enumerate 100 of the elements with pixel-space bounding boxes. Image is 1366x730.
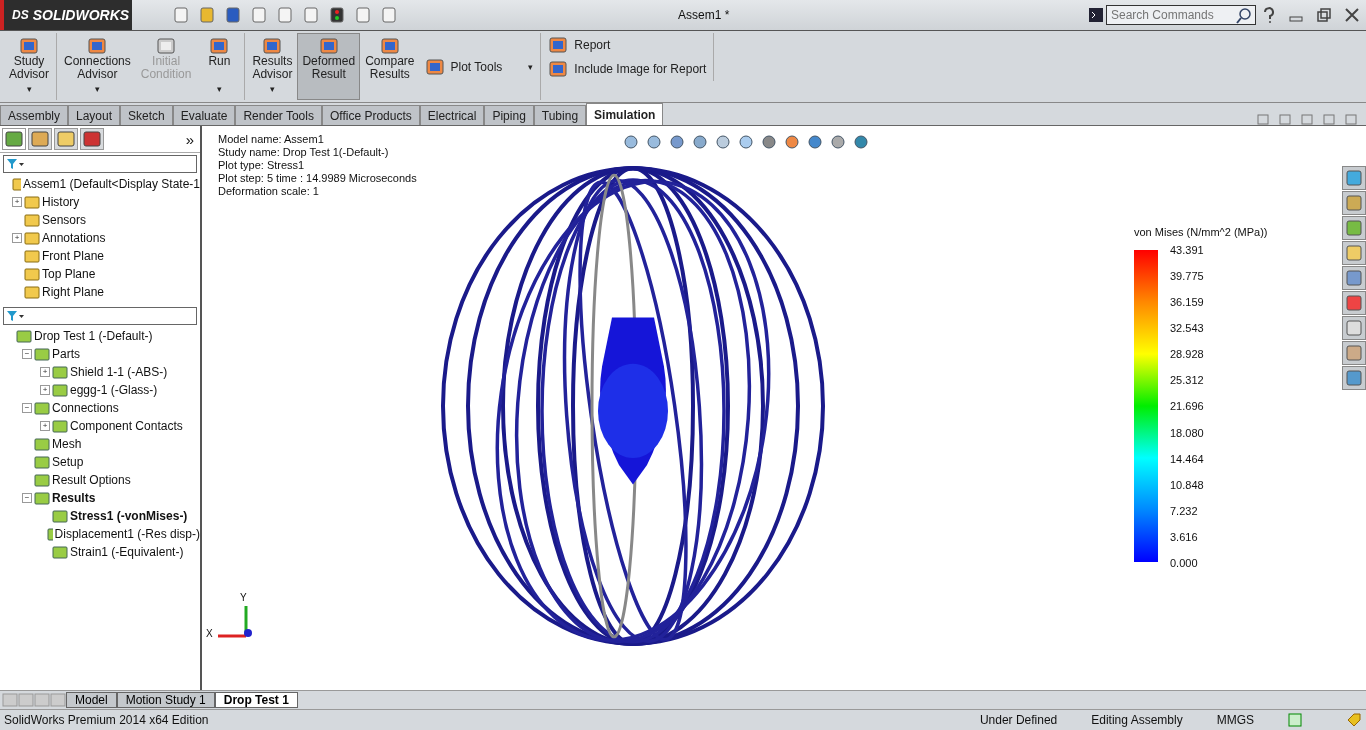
ribbon-button[interactable]: Run ▾ — [196, 33, 243, 100]
legend-value: 21.696 — [1170, 400, 1204, 413]
tree-item-icon — [52, 545, 68, 559]
filter-icon — [6, 158, 24, 170]
tree-item-icon — [34, 437, 50, 451]
expand-toggle[interactable]: + — [40, 385, 50, 395]
ribbon-button[interactable]: Deformed Result — [297, 33, 361, 100]
axis-label: X — [206, 628, 213, 639]
document-tab[interactable]: Model — [66, 692, 117, 708]
legend-value: 3.616 — [1170, 530, 1199, 543]
tree-item[interactable]: eggg-1 (-Glass-) — [70, 383, 158, 397]
plot-info-text: Deformation scale: 1 — [218, 185, 320, 198]
tree-item-icon — [16, 329, 32, 343]
legend-value: 32.543 — [1170, 322, 1204, 335]
tree-item-icon — [34, 401, 50, 415]
plot-info-text: Plot step: 5 time : 14.9989 Microseconds — [218, 172, 417, 185]
tree-item[interactable]: Assem1 (Default<Display State-1 — [22, 177, 200, 191]
tree-item-icon — [24, 195, 40, 209]
tree-item[interactable]: Displacement1 (-Res disp-) — [54, 527, 200, 541]
tree-item-icon — [34, 491, 50, 505]
legend-value: 14.464 — [1170, 452, 1204, 465]
tree-item-icon — [34, 347, 50, 361]
expand-toggle[interactable]: + — [12, 233, 22, 243]
legend-value: 39.775 — [1170, 270, 1204, 283]
command-tab[interactable]: Render Tools — [235, 105, 322, 125]
solidworks-logo[interactable]: DS SOLIDWORKS — [0, 0, 132, 30]
command-tab[interactable]: Evaluate — [172, 105, 236, 125]
plot-info-text: Study name: Drop Test 1(-Default-) — [218, 146, 390, 159]
axis-label: Y — [240, 592, 247, 603]
tree-item-icon — [34, 455, 50, 469]
tree-item-icon — [52, 365, 68, 379]
tree-item[interactable]: Connections — [52, 401, 119, 415]
tree-item[interactable]: Top Plane — [42, 267, 96, 281]
ribbon-button[interactable]: Study Advisor ▾ — [4, 33, 54, 100]
tree-item[interactable]: Front Plane — [42, 249, 105, 263]
legend-value: 43.391 — [1170, 244, 1204, 256]
tree-item[interactable]: Results — [52, 491, 96, 505]
ribbon-button[interactable]: Connections Advisor ▾ — [59, 33, 136, 100]
tree-item-icon — [24, 267, 40, 281]
expand-toggle[interactable]: + — [40, 367, 50, 377]
ribbon-button[interactable]: Include Image for Report — [543, 57, 712, 81]
tree-item[interactable]: Strain1 (-Equivalent-) — [70, 545, 184, 559]
tree-item-icon — [52, 509, 68, 523]
tree-item-icon — [12, 177, 21, 191]
tree-item[interactable]: Result Options — [52, 473, 131, 487]
status-text: SolidWorks Premium 2014 x64 Edition — [4, 713, 209, 727]
legend-value: 0.000 — [1170, 556, 1199, 569]
units-button[interactable]: MMGS — [1216, 713, 1254, 727]
window-title: Assem1 * — [678, 8, 731, 22]
tree-item[interactable]: Shield 1-1 (-ABS-) — [70, 365, 168, 379]
command-tab[interactable]: Office Products — [321, 105, 420, 125]
tree-item[interactable]: Stress1 (-vonMises-) — [70, 509, 188, 523]
terminal-icon — [1089, 8, 1103, 22]
ribbon-button[interactable]: Plot Tools ▾ — [419, 33, 539, 100]
status-text: Under Defined — [979, 713, 1058, 727]
plot-info-text: Model name: Assem1 — [218, 133, 325, 146]
tree-item[interactable]: Mesh — [52, 437, 82, 451]
tag-icon[interactable] — [1346, 713, 1362, 727]
expand-toggle[interactable]: − — [22, 349, 32, 359]
tree-item-icon — [52, 419, 68, 433]
legend-value: 18.080 — [1170, 426, 1204, 439]
document-tab[interactable]: Drop Test 1 — [214, 692, 298, 708]
command-tab[interactable]: Layout — [68, 105, 121, 125]
tree-item[interactable]: Component Contacts — [70, 419, 183, 433]
search-icon — [1236, 8, 1252, 24]
ribbon-button[interactable]: Report — [543, 33, 712, 57]
expand-toggle[interactable]: − — [22, 493, 32, 503]
command-tab[interactable]: Assembly — [0, 105, 68, 125]
tree-item[interactable]: Right Plane — [42, 285, 105, 299]
search-field[interactable]: Search Commands — [1106, 5, 1256, 25]
tree-item-icon — [52, 383, 68, 397]
command-tab[interactable]: Tubing — [533, 105, 587, 125]
tree-item[interactable]: Setup — [52, 455, 84, 469]
legend-value: 36.159 — [1170, 296, 1204, 309]
tree-item[interactable]: Drop Test 1 (-Default-) — [34, 329, 153, 343]
filter-field[interactable] — [3, 155, 197, 173]
tree-item[interactable]: Sensors — [42, 213, 87, 227]
tree-item[interactable]: Annotations — [42, 231, 106, 245]
command-tab[interactable]: Piping — [484, 105, 534, 125]
legend-value: 7.232 — [1170, 504, 1199, 517]
tree-item-icon — [24, 249, 40, 263]
command-tab[interactable]: Electrical — [419, 105, 485, 125]
command-tab[interactable]: Sketch — [120, 105, 173, 125]
tree-item[interactable]: Parts — [52, 347, 80, 361]
tree-item-icon — [46, 527, 53, 541]
expand-toggle[interactable]: + — [40, 421, 50, 431]
filter-field[interactable] — [3, 307, 197, 325]
ribbon-button[interactable]: Compare Results — [360, 33, 420, 100]
tree-item-icon — [34, 473, 50, 487]
legend-value: 10.848 — [1170, 478, 1204, 491]
expand-toggle[interactable]: + — [12, 197, 22, 207]
expand-panel-button[interactable]: » — [185, 130, 198, 148]
ribbon-button[interactable]: Results Advisor ▾ — [247, 33, 298, 100]
command-tab[interactable]: Simulation — [586, 103, 664, 125]
tree-item[interactable]: History — [42, 195, 80, 209]
expand-toggle[interactable]: − — [22, 403, 32, 413]
filter-icon — [6, 310, 24, 322]
tree-item-icon — [24, 231, 40, 245]
document-tab[interactable]: Motion Study 1 — [116, 692, 215, 708]
traffic-light-icon[interactable] — [328, 6, 346, 24]
